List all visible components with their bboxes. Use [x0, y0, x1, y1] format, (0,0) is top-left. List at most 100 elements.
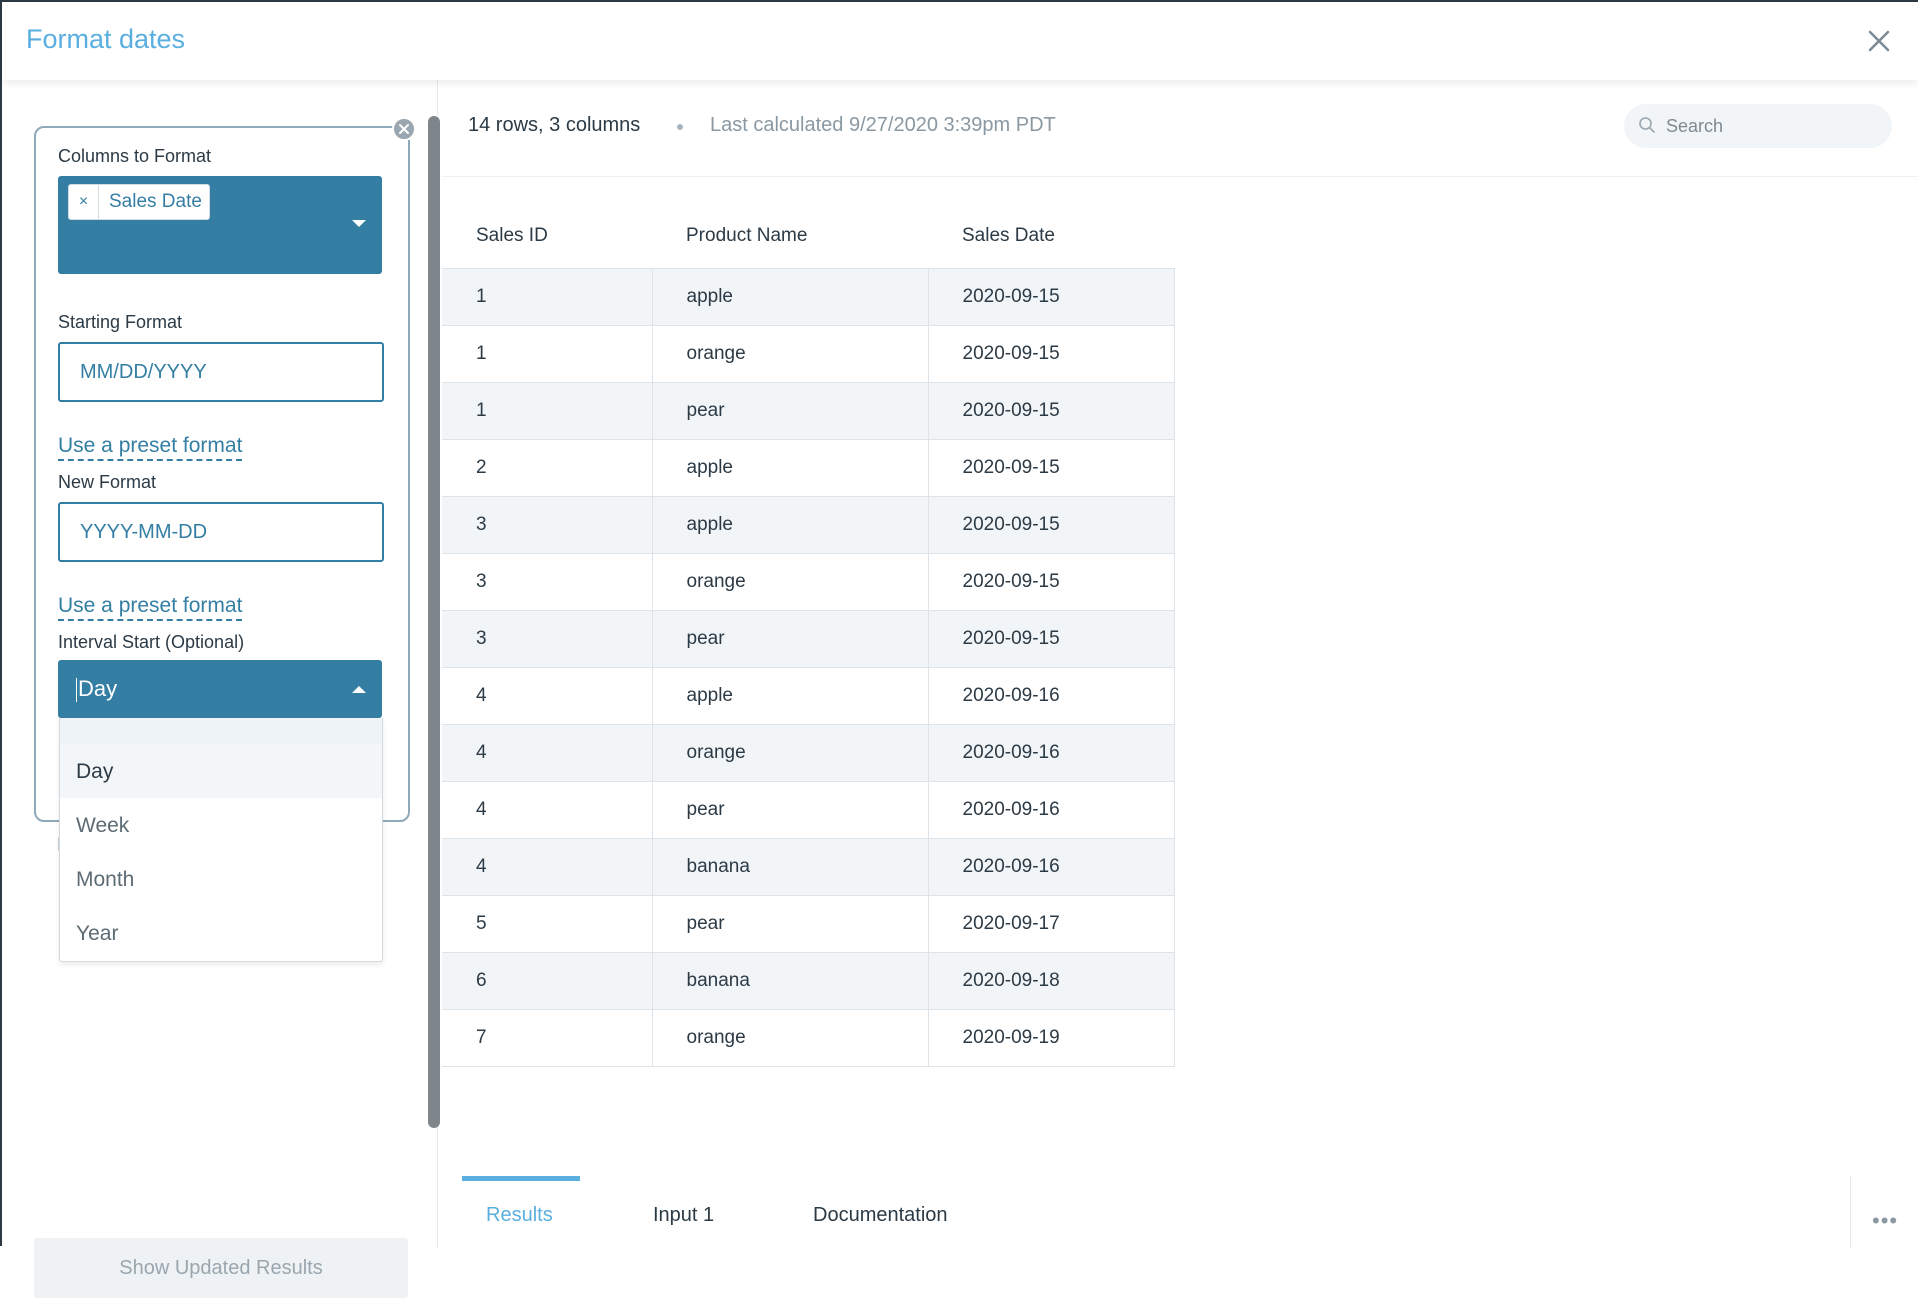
table-cell: 2020-09-15 [927, 324, 1175, 383]
table-cell: 4 [442, 780, 653, 839]
table-cell: banana [651, 951, 929, 1010]
modal-header: Format dates [2, 2, 1918, 80]
table-cell: 7 [442, 1008, 653, 1067]
table-row: 6 banana 2020-09-18 [442, 951, 1175, 1010]
bottom-tabs: Results Input 1 Documentation ••• [442, 1176, 1918, 1248]
table-cell: 2020-09-15 [927, 495, 1175, 554]
table-cell: apple [651, 495, 929, 554]
preset-format-link-new[interactable]: Use a preset format [58, 594, 243, 621]
table-body: 1 apple 2020-09-15 1 orange 2020-09-15 1 pear 20… [442, 267, 1175, 1067]
table-cell: apple [651, 267, 929, 326]
results-table: Sales ID Product Name Sales Date 1 apple 2… [442, 204, 1175, 1067]
table-row: 1 orange 2020-09-15 [442, 324, 1175, 383]
more-options-icon[interactable]: ••• [1872, 1208, 1898, 1234]
starting-format-label: Starting Format [58, 312, 183, 332]
chip-remove-icon[interactable]: × [69, 185, 99, 219]
table-cell: 2020-09-16 [927, 837, 1175, 896]
preset-format-link-starting[interactable]: Use a preset format [58, 434, 243, 461]
table-row: 7 orange 2020-09-19 [442, 1008, 1175, 1067]
table-row: 3 apple 2020-09-15 [442, 495, 1175, 554]
starting-format-input[interactable]: MM/DD/YYYY [58, 342, 384, 402]
table-cell: orange [651, 552, 929, 611]
table-row: 4 banana 2020-09-16 [442, 837, 1175, 896]
table-cell: 2 [442, 438, 653, 497]
dropdown-blank-option[interactable] [60, 718, 382, 744]
table-cell: orange [651, 723, 929, 782]
table-row: 3 pear 2020-09-15 [442, 609, 1175, 668]
table-cell: 2020-09-15 [927, 609, 1175, 668]
text-cursor [76, 678, 77, 703]
table-row: 4 orange 2020-09-16 [442, 723, 1175, 782]
show-updated-results-button[interactable]: Show Updated Results [34, 1238, 408, 1298]
table-cell: 2020-09-19 [927, 1008, 1175, 1067]
tabs-divider [1850, 1176, 1851, 1248]
search-input[interactable]: Search [1624, 104, 1892, 148]
left-panel-scrollbar[interactable] [428, 116, 440, 1128]
table-cell: 2020-09-16 [927, 723, 1175, 782]
interval-start-label: Interval Start (Optional) [58, 632, 245, 652]
table-cell: 1 [442, 324, 653, 383]
table-cell: apple [651, 666, 929, 725]
table-cell: pear [651, 894, 929, 953]
table-cell: pear [651, 381, 929, 440]
table-cell: pear [651, 780, 929, 839]
table-cell: 2020-09-17 [927, 894, 1175, 953]
tab-results[interactable]: Results [486, 1176, 553, 1248]
table-cell: apple [651, 438, 929, 497]
table-row: 5 pear 2020-09-17 [442, 894, 1175, 953]
table-cell: 2020-09-15 [927, 438, 1175, 497]
last-calculated-text: Last calculated 9/27/2020 3:39pm PDT [710, 114, 1056, 136]
separator-dot [677, 124, 683, 130]
table-cell: 3 [442, 552, 653, 611]
dropdown-option-year[interactable]: Year [60, 906, 382, 960]
dropdown-option-month[interactable]: Month [60, 852, 382, 906]
table-cell: 1 [442, 381, 653, 440]
table-header-row: Sales ID Product Name Sales Date [442, 204, 1174, 268]
tab-input-1[interactable]: Input 1 [653, 1176, 714, 1248]
chevron-up-icon[interactable] [352, 686, 366, 693]
chip-label: Sales Date [109, 191, 202, 212]
modal-title: Format dates [26, 24, 186, 54]
table-cell: pear [651, 609, 929, 668]
search-placeholder: Search [1666, 116, 1724, 136]
column-header-sales-date[interactable]: Sales Date [928, 204, 1174, 268]
table-cell: 1 [442, 267, 653, 326]
chevron-down-icon[interactable] [352, 220, 366, 227]
interval-dropdown-menu: Day Week Month Year [59, 718, 383, 962]
table-cell: 3 [442, 495, 653, 554]
table-cell: 6 [442, 951, 653, 1010]
table-cell: 3 [442, 609, 653, 668]
table-cell: banana [651, 837, 929, 896]
dropdown-option-week[interactable]: Week [60, 798, 382, 852]
table-cell: orange [651, 1008, 929, 1067]
format-dates-modal: Format dates Columns to Format × Sales D… [0, 0, 1918, 1298]
new-format-input[interactable]: YYYY-MM-DD [58, 502, 384, 562]
table-cell: 2020-09-18 [927, 951, 1175, 1010]
results-panel: 14 rows, 3 columns Last calculated 9/27/… [442, 80, 1918, 1248]
table-cell: 2020-09-16 [927, 780, 1175, 839]
columns-multiselect[interactable]: × Sales Date [58, 176, 382, 274]
search-icon [1638, 116, 1656, 139]
columns-to-format-label: Columns to Format [58, 146, 212, 166]
new-format-label: New Format [58, 472, 157, 492]
interval-start-select[interactable]: Day [58, 660, 382, 718]
table-row: 4 pear 2020-09-16 [442, 780, 1175, 839]
selected-column-chip: × Sales Date [68, 184, 210, 220]
table-cell: 4 [442, 837, 653, 896]
table-cell: 2020-09-15 [927, 552, 1175, 611]
table-cell: 2020-09-16 [927, 666, 1175, 725]
table-cell: 2020-09-15 [927, 381, 1175, 440]
tab-documentation[interactable]: Documentation [813, 1176, 948, 1248]
column-header-product-name[interactable]: Product Name [652, 204, 928, 268]
dropdown-option-day[interactable]: Day [60, 744, 382, 798]
column-header-sales-id[interactable]: Sales ID [442, 204, 652, 268]
toolbar-divider [442, 176, 1918, 177]
table-cell: 2020-09-15 [927, 267, 1175, 326]
table-cell: 4 [442, 723, 653, 782]
table-row: 2 apple 2020-09-15 [442, 438, 1175, 497]
table-cell: orange [651, 324, 929, 383]
table-row: 1 pear 2020-09-15 [442, 381, 1175, 440]
close-icon[interactable] [1864, 26, 1894, 56]
remove-card-icon[interactable] [392, 117, 416, 141]
settings-panel: Columns to Format × Sales Date Starting … [2, 80, 438, 1298]
